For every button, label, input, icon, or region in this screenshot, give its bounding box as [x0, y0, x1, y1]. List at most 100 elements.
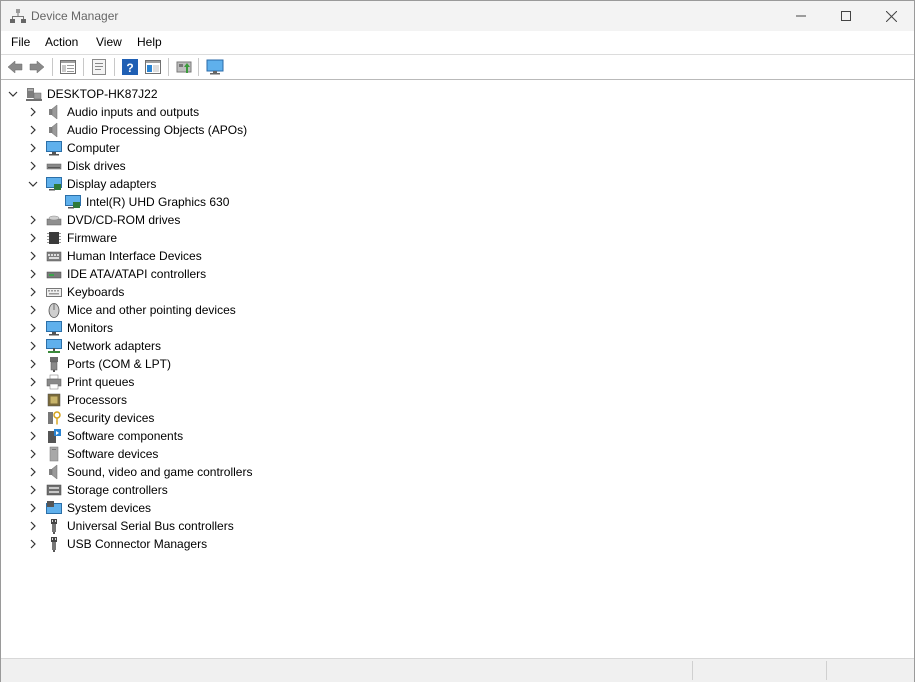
expand-chevron-icon[interactable]	[28, 107, 38, 117]
expand-chevron-icon[interactable]	[28, 161, 38, 171]
expand-chevron-icon[interactable]	[28, 143, 38, 153]
hid-icon	[46, 248, 62, 264]
expand-chevron-icon[interactable]	[28, 323, 38, 333]
tree-category-computer[interactable]: Computer	[28, 139, 120, 157]
forward-icon[interactable]	[28, 58, 46, 76]
usb-icon	[46, 536, 62, 552]
tree-category-print-queues[interactable]: Print queues	[28, 373, 134, 391]
tree-category-label: Software devices	[67, 447, 159, 461]
tree-device-label: Intel(R) UHD Graphics 630	[86, 195, 230, 209]
expand-chevron-icon[interactable]	[28, 305, 38, 315]
minimize-button[interactable]	[778, 1, 824, 31]
tree-category-audio-processing-objects-apos[interactable]: Audio Processing Objects (APOs)	[28, 121, 247, 139]
tree-category-ide-ata-atapi-controllers[interactable]: IDE ATA/ATAPI controllers	[28, 265, 206, 283]
back-icon[interactable]	[6, 58, 24, 76]
software-component-icon	[46, 428, 62, 444]
tree-category-label: Mice and other pointing devices	[67, 303, 236, 317]
tree-category-keyboards[interactable]: Keyboards	[28, 283, 124, 301]
tree-category-storage-controllers[interactable]: Storage controllers	[28, 481, 168, 499]
tree-category-disk-drives[interactable]: Disk drives	[28, 157, 126, 175]
expand-chevron-icon[interactable]	[28, 359, 38, 369]
expand-chevron-icon[interactable]	[28, 449, 38, 459]
tree-category-label: Human Interface Devices	[67, 249, 202, 263]
collapse-chevron-icon[interactable]	[28, 179, 38, 189]
tree-category-display-adapters[interactable]: Display adapters	[28, 175, 156, 193]
tree-category-label: IDE ATA/ATAPI controllers	[67, 267, 207, 281]
menu-view[interactable]: View	[96, 35, 122, 49]
tree-category-monitors[interactable]: Monitors	[28, 319, 113, 337]
expand-chevron-icon[interactable]	[28, 395, 38, 405]
storage-controller-icon	[46, 482, 62, 498]
expand-chevron-icon[interactable]	[28, 215, 38, 225]
usb-icon	[46, 518, 62, 534]
tree-category-system-devices[interactable]: System devices	[28, 499, 151, 517]
tree-category-human-interface-devices[interactable]: Human Interface Devices	[28, 247, 202, 265]
tree-category-firmware[interactable]: Firmware	[28, 229, 117, 247]
properties-icon[interactable]	[90, 58, 108, 76]
expand-chevron-icon[interactable]	[28, 341, 38, 351]
tree-category-label: Audio Processing Objects (APOs)	[67, 123, 248, 137]
tree-category-label: Software components	[67, 429, 184, 443]
device-manager-app-icon	[10, 8, 26, 24]
update-driver-icon[interactable]	[175, 58, 193, 76]
tree-category-label: Monitors	[67, 321, 114, 335]
tree-category-processors[interactable]: Processors	[28, 391, 127, 409]
menu-action[interactable]: Action	[45, 35, 78, 49]
tree-device-item[interactable]: Intel(R) UHD Graphics 630	[65, 193, 229, 211]
help-icon[interactable]: ?	[121, 58, 139, 76]
title-bar[interactable]: Device Manager	[1, 1, 914, 31]
menu-file[interactable]: File	[11, 35, 30, 49]
expand-chevron-icon[interactable]	[28, 485, 38, 495]
maximize-button[interactable]	[823, 1, 869, 31]
expand-chevron-icon[interactable]	[28, 233, 38, 243]
tree-category-label: Storage controllers	[67, 483, 168, 497]
device-tree[interactable]: DESKTOP-HK87J22 Audio inputs and outputs…	[3, 81, 912, 657]
status-bar	[1, 658, 914, 682]
expand-chevron-icon[interactable]	[28, 539, 38, 549]
close-button[interactable]	[868, 1, 914, 31]
speaker-icon	[46, 122, 62, 138]
expand-chevron-icon[interactable]	[28, 287, 38, 297]
mouse-icon	[46, 302, 62, 318]
expand-chevron-icon[interactable]	[28, 413, 38, 423]
tree-category-universal-serial-bus-controllers[interactable]: Universal Serial Bus controllers	[28, 517, 234, 535]
show-hide-tree-icon[interactable]	[59, 58, 77, 76]
printer-icon	[46, 374, 62, 390]
tree-category-software-devices[interactable]: Software devices	[28, 445, 158, 463]
tree-category-sound-video-and-game-controllers[interactable]: Sound, video and game controllers	[28, 463, 252, 481]
expand-chevron-icon[interactable]	[28, 125, 38, 135]
tree-category-audio-inputs-and-outputs[interactable]: Audio inputs and outputs	[28, 103, 199, 121]
monitor-scan-icon[interactable]	[206, 58, 224, 76]
tree-category-label: DVD/CD-ROM drives	[67, 213, 181, 227]
tree-category-software-components[interactable]: Software components	[28, 427, 183, 445]
tree-category-network-adapters[interactable]: Network adapters	[28, 337, 161, 355]
expand-chevron-icon[interactable]	[28, 521, 38, 531]
ide-controller-icon	[46, 266, 62, 282]
menu-bar: File Action View Help	[1, 31, 914, 55]
view-mode-icon[interactable]	[144, 58, 162, 76]
expand-chevron-icon[interactable]	[28, 431, 38, 441]
device-manager-window: Device Manager File Action View Help ? D…	[0, 0, 915, 682]
display-adapter-icon	[65, 194, 81, 210]
tree-category-ports-com-lpt[interactable]: Ports (COM & LPT)	[28, 355, 171, 373]
tree-category-label: Firmware	[67, 231, 117, 245]
tree-category-security-devices[interactable]: Security devices	[28, 409, 154, 427]
tree-category-label: Sound, video and game controllers	[67, 465, 253, 479]
expand-chevron-icon[interactable]	[28, 503, 38, 513]
tree-category-label: System devices	[67, 501, 152, 515]
tree-root[interactable]: DESKTOP-HK87J22	[8, 85, 158, 103]
expand-chevron-icon[interactable]	[28, 269, 38, 279]
keyboard-icon	[46, 284, 62, 300]
collapse-chevron-icon[interactable]	[8, 89, 18, 99]
menu-help[interactable]: Help	[137, 35, 162, 49]
tree-category-mice-and-other-pointing-devices[interactable]: Mice and other pointing devices	[28, 301, 236, 319]
expand-chevron-icon[interactable]	[28, 251, 38, 261]
expand-chevron-icon[interactable]	[28, 377, 38, 387]
tree-category-usb-connector-managers[interactable]: USB Connector Managers	[28, 535, 207, 553]
software-device-icon	[46, 446, 62, 462]
processor-icon	[46, 392, 62, 408]
expand-chevron-icon[interactable]	[28, 467, 38, 477]
tree-category-label: Display adapters	[67, 177, 157, 191]
minimize-icon	[796, 15, 806, 17]
tree-category-dvd-cd-rom-drives[interactable]: DVD/CD-ROM drives	[28, 211, 180, 229]
